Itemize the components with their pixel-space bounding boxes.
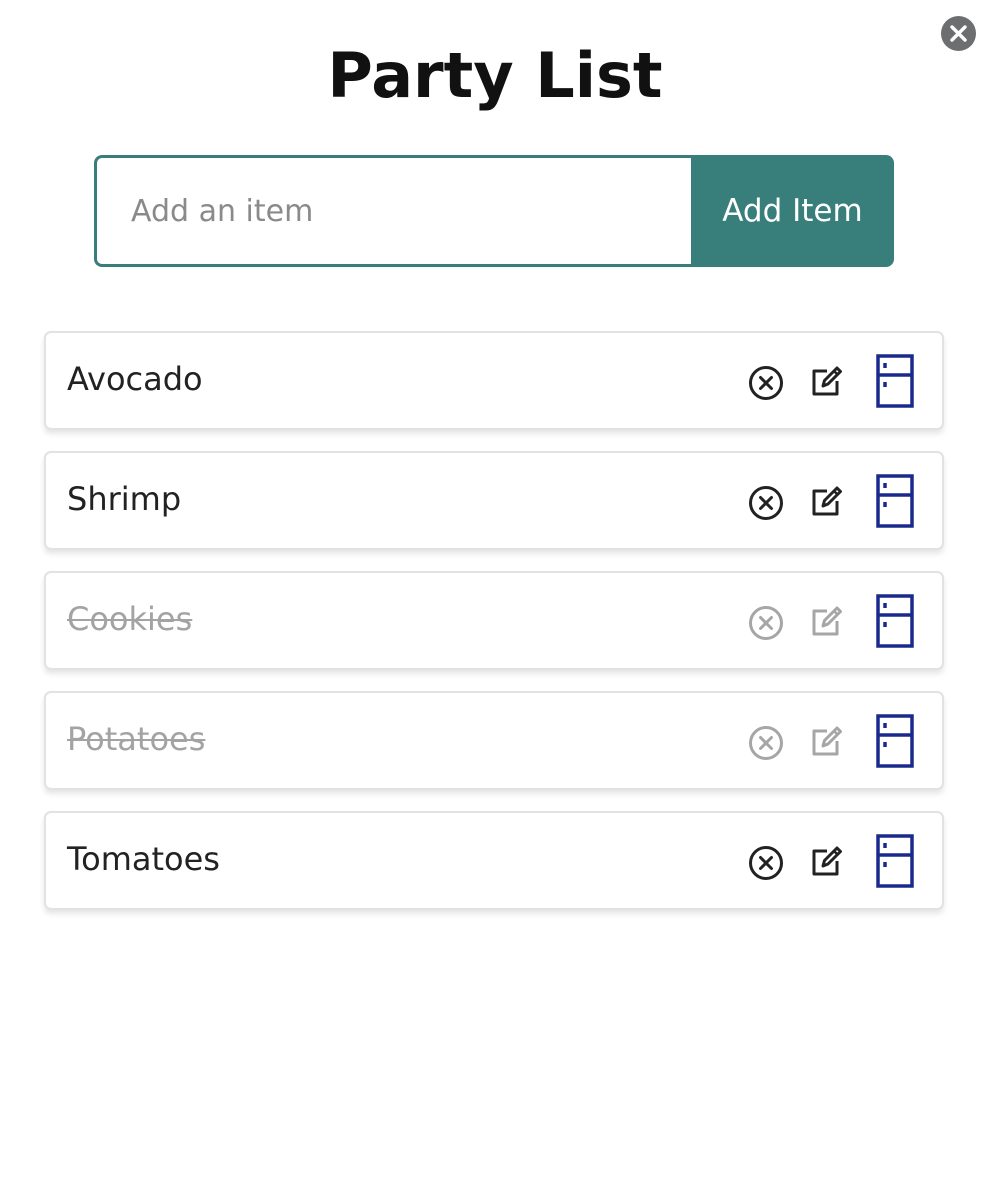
list-item: Avocado	[44, 331, 944, 430]
edit-pencil-icon	[812, 486, 842, 516]
fridge-icon	[876, 594, 914, 648]
edit-pencil-icon	[812, 846, 842, 876]
fridge-icon	[876, 474, 914, 528]
fridge-icon	[876, 714, 914, 768]
remove-circle-x-icon	[749, 486, 783, 520]
remove-circle-x-icon	[749, 846, 783, 880]
edit-item-button[interactable]	[807, 481, 847, 521]
edit-item-button[interactable]	[807, 361, 847, 401]
remove-item-button[interactable]	[746, 723, 786, 763]
remove-circle-x-icon	[749, 606, 783, 640]
item-label[interactable]: Tomatoes	[67, 837, 220, 881]
item-label[interactable]: Cookies	[67, 597, 192, 641]
list-item-completed: Cookies	[44, 571, 944, 670]
edit-pencil-icon	[812, 606, 842, 636]
fridge-button[interactable]	[874, 593, 916, 649]
item-label[interactable]: Potatoes	[67, 717, 205, 761]
add-item-input[interactable]	[94, 155, 691, 267]
item-label[interactable]: Shrimp	[67, 477, 181, 521]
item-label[interactable]: Avocado	[67, 357, 203, 401]
remove-item-button[interactable]	[746, 843, 786, 883]
page-title: Party List	[327, 39, 663, 112]
list-item: Shrimp	[44, 451, 944, 550]
edit-item-button[interactable]	[807, 721, 847, 761]
edit-item-button[interactable]	[807, 841, 847, 881]
fridge-button[interactable]	[874, 833, 916, 889]
fridge-button[interactable]	[874, 713, 916, 769]
list-item: Tomatoes	[44, 811, 944, 910]
remove-item-button[interactable]	[746, 483, 786, 523]
add-item-form: Add Item	[94, 155, 894, 267]
fridge-button[interactable]	[874, 353, 916, 409]
edit-pencil-icon	[812, 726, 842, 756]
add-item-button[interactable]: Add Item	[691, 155, 894, 267]
remove-circle-x-icon	[749, 366, 783, 400]
item-list: Avocado Shrimp Cookies Potatoes Tomatoes	[44, 331, 944, 931]
list-item-completed: Potatoes	[44, 691, 944, 790]
fridge-button[interactable]	[874, 473, 916, 529]
edit-item-button[interactable]	[807, 601, 847, 641]
edit-pencil-icon	[812, 366, 842, 396]
remove-circle-x-icon	[749, 726, 783, 760]
modal-window: Party List Add Item Avocado	[0, 0, 990, 1194]
remove-item-button[interactable]	[746, 603, 786, 643]
fridge-icon	[876, 834, 914, 888]
remove-item-button[interactable]	[746, 363, 786, 403]
fridge-icon	[876, 354, 914, 408]
